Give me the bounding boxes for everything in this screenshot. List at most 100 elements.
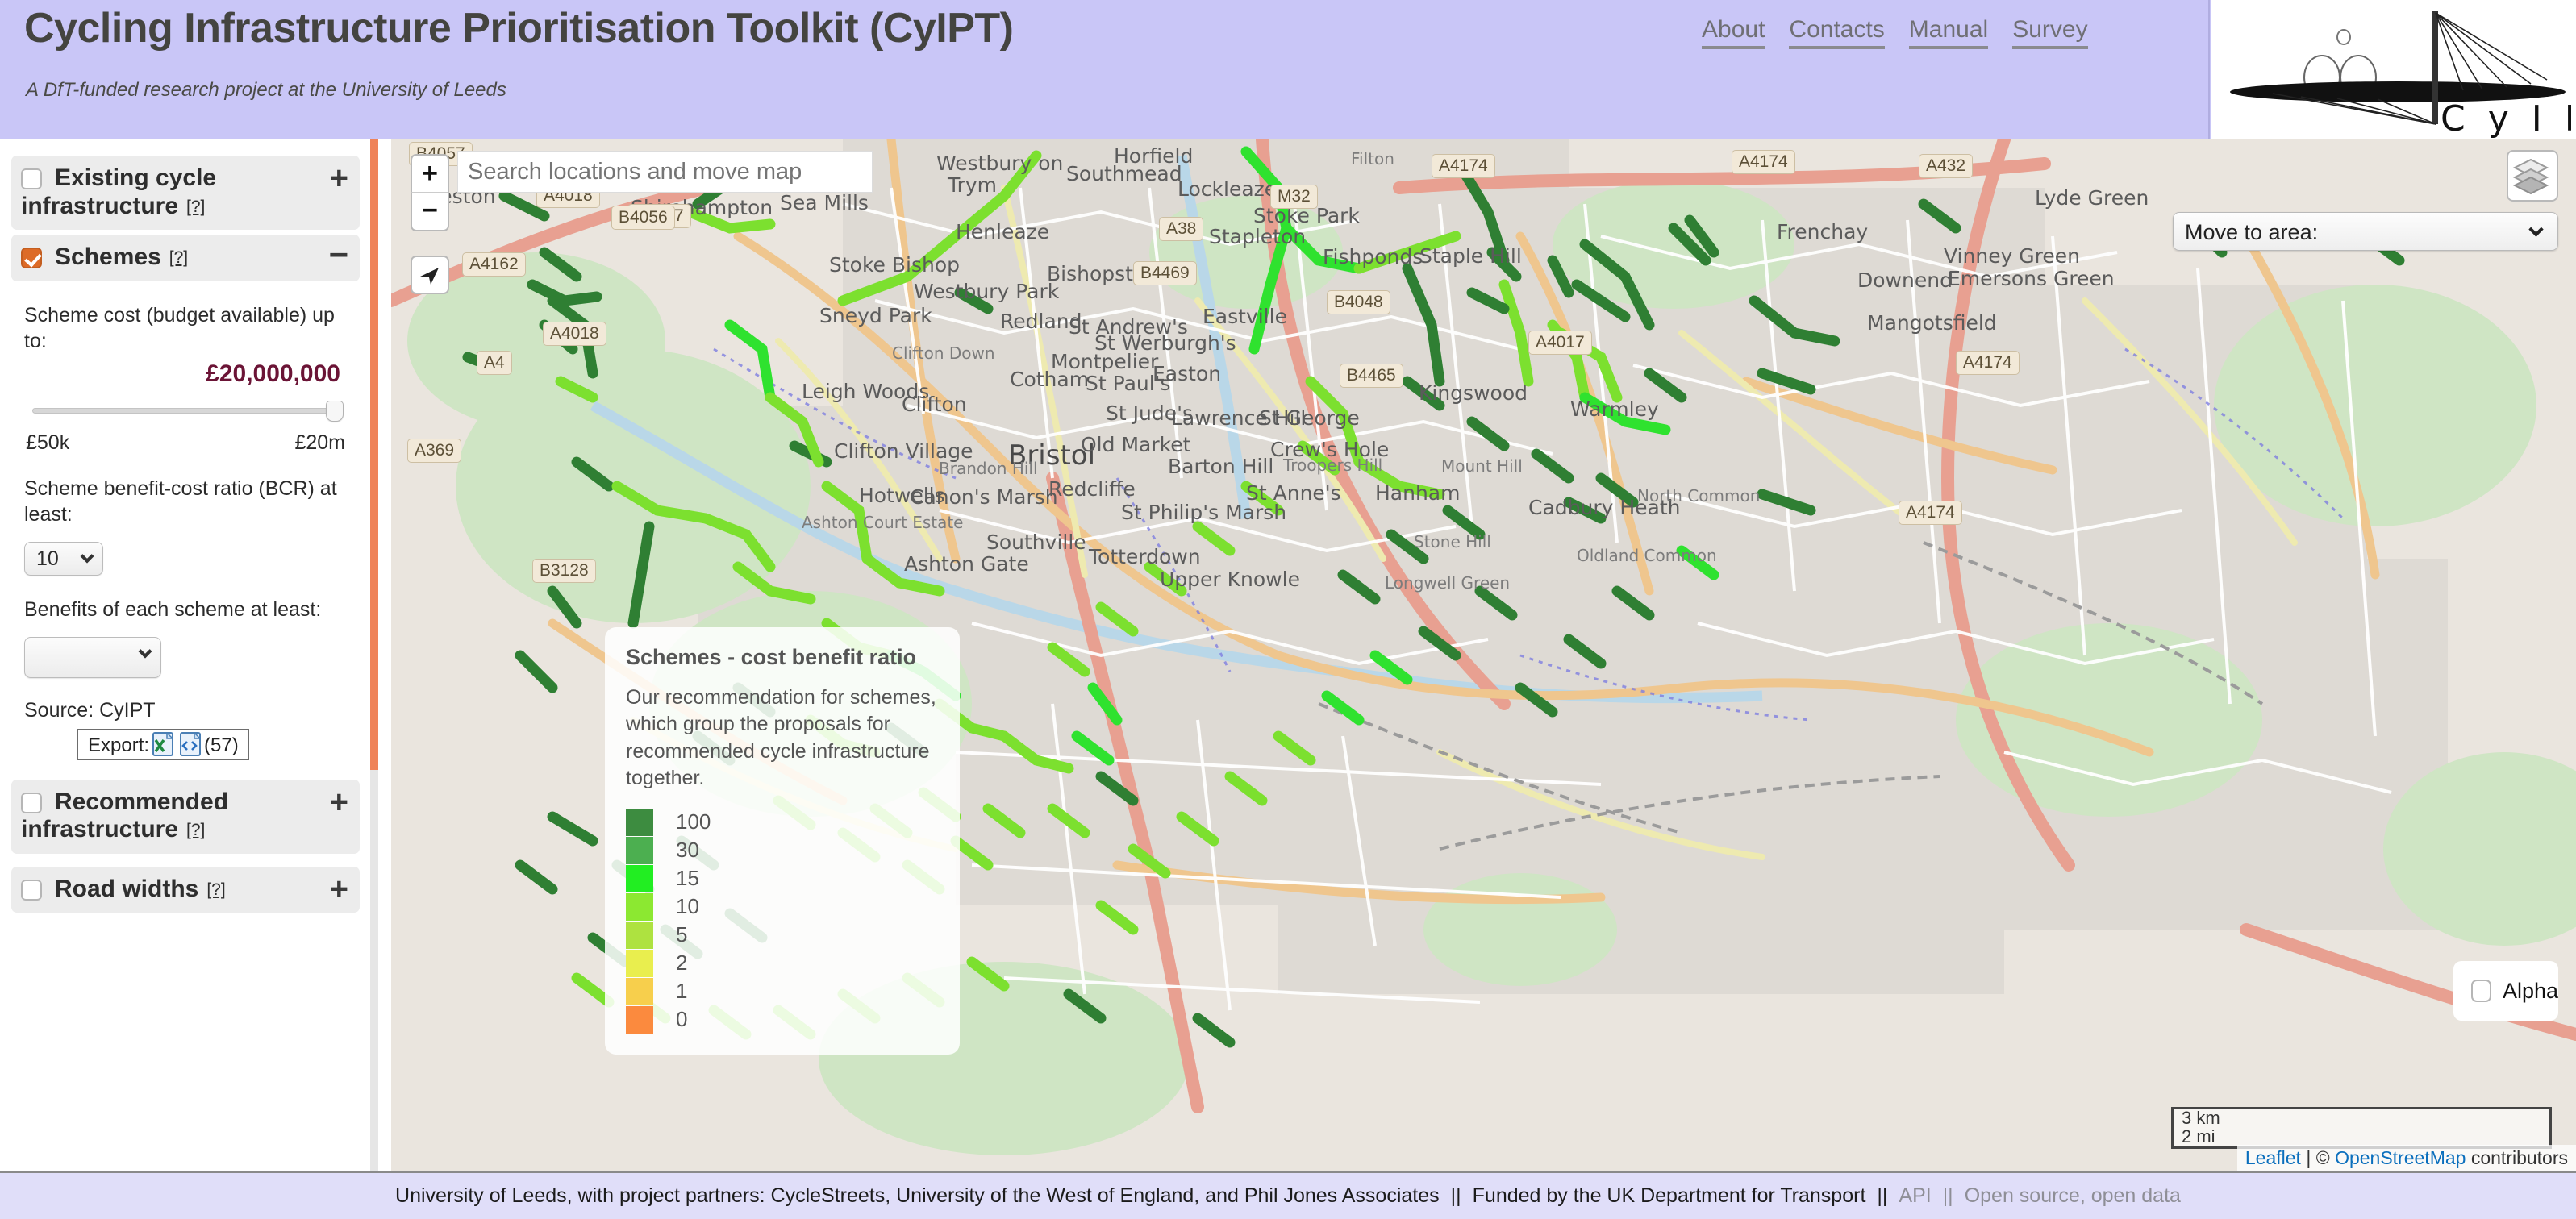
scheme-cost-label: Scheme cost (budget available) up to: [24, 303, 335, 352]
map-road-shield: B3128 [532, 559, 596, 583]
alpha-toggle[interactable]: Alpha [2453, 961, 2558, 1021]
help-icon-recommended[interactable]: [?] [186, 821, 205, 839]
search-input[interactable] [457, 151, 873, 193]
source-text: Source: CyIPT [24, 698, 156, 722]
legend-value: 2 [676, 951, 688, 975]
scheme-cost-slider[interactable] [32, 400, 344, 422]
nav-link-about[interactable]: About [1702, 16, 1765, 49]
checkbox-schemes[interactable] [21, 248, 42, 268]
footer-link-api[interactable]: API [1899, 1184, 1931, 1208]
sidebar-section-road-widths[interactable]: Road widths [?] + [11, 866, 360, 913]
legend-row: 30 [626, 836, 939, 864]
legend-row: 100 [626, 808, 939, 836]
legend-row: 15 [626, 864, 939, 892]
sidebar-section-existing-cycle-infrastructure[interactable]: Existing cycle infrastructure [?] + [11, 156, 360, 230]
xml-export-icon[interactable] [180, 730, 202, 756]
checkbox-recommended-infrastructure[interactable] [21, 792, 42, 813]
sidebar-section-recommended-infrastructure[interactable]: Recommended infrastructure [?] + [11, 779, 360, 854]
legend-swatch [626, 949, 653, 977]
legend-swatch [626, 864, 653, 892]
legend-value: 15 [676, 866, 699, 890]
legend-swatch [626, 977, 653, 1005]
map-road-shield: M32 [1270, 185, 1318, 209]
bcr-label: Scheme benefit-cost ratio (BCR) at least… [24, 476, 337, 526]
expand-toggle-existing[interactable]: + [330, 162, 348, 194]
attr-copy: © [2315, 1147, 2336, 1168]
attr-suffix: contributors [2466, 1147, 2568, 1168]
zoom-in-button[interactable]: + [411, 154, 449, 193]
scale-bar: 3 km 2 mi [2171, 1107, 2552, 1149]
legend-swatch [626, 892, 653, 921]
chevron-down-icon-3 [2528, 222, 2544, 237]
main-area: Existing cycle infrastructure [?] + Schem… [0, 139, 2576, 1171]
move-to-area-select[interactable]: Move to area: [2173, 212, 2558, 251]
map-attribution: Leaflet | © OpenStreetMap contributors [2236, 1145, 2576, 1171]
benefit-select-wrap[interactable] [24, 636, 161, 678]
map-road-shield: B4056 [611, 206, 675, 230]
page-title: Cycling Infrastructure Prioritisation To… [24, 5, 1014, 52]
section-label-road-widths: Road widths [55, 875, 199, 902]
layers-stack-icon [2512, 158, 2549, 195]
alpha-label: Alpha [2502, 978, 2558, 1003]
legend-row: 10 [626, 892, 939, 921]
logo-graphic: C y I P T [2230, 11, 2571, 139]
slider-min-label: £50k [26, 431, 70, 454]
locate-button[interactable] [411, 256, 449, 294]
leaflet-map[interactable]: Southmead Stoke Park Frenchay Vinney Green L… [391, 139, 2576, 1171]
export-count: (57) [204, 734, 239, 756]
legend-title: Schemes - cost benefit ratio [626, 645, 917, 669]
legend-row: 5 [626, 921, 939, 949]
nav-link-contacts[interactable]: Contacts [1789, 16, 1885, 49]
scale-km: 3 km [2171, 1107, 2552, 1128]
collapse-toggle-schemes[interactable]: − [328, 238, 348, 272]
legend-row: 0 [626, 1005, 939, 1034]
scheme-cost-value: £20,000,000 [206, 360, 340, 387]
export-label: Export: [88, 734, 150, 756]
legend-row: 2 [626, 949, 939, 977]
legend-swatch [626, 921, 653, 949]
app-footer: University of Leeds, with project partne… [0, 1171, 2576, 1219]
leaflet-link[interactable]: Leaflet [2245, 1147, 2301, 1168]
map-road-shield: A432 [1919, 154, 1974, 178]
osm-link[interactable]: OpenStreetMap [2335, 1147, 2466, 1168]
legend-value: 5 [676, 922, 688, 946]
map-road-shield: A4174 [1732, 150, 1795, 174]
export-controls[interactable]: Export: (57) [77, 728, 249, 760]
sidebar-scrollbar-thumb[interactable] [370, 139, 378, 770]
help-icon-existing[interactable]: [?] [186, 198, 205, 216]
excel-export-icon[interactable] [152, 730, 174, 756]
checkbox-existing-cycle-infrastructure[interactable] [21, 168, 42, 189]
slider-max-label: £20m [294, 431, 345, 454]
checkbox-road-widths[interactable] [21, 879, 42, 901]
footer-sep-2: || [1877, 1184, 1888, 1207]
legend-value: 1 [676, 979, 688, 1003]
help-icon-road-widths[interactable]: [?] [206, 880, 225, 899]
expand-toggle-recommended[interactable]: + [330, 786, 348, 818]
zoom-out-button[interactable]: − [411, 193, 449, 231]
layers-button[interactable] [2507, 150, 2558, 202]
map-road-shield: A4 [477, 351, 512, 375]
bcr-select[interactable]: 10 [24, 541, 103, 576]
help-icon-schemes[interactable]: [?] [169, 248, 188, 267]
legend-swatch [626, 1005, 653, 1034]
footer-link-open-source[interactable]: Open source, open data [1965, 1184, 2181, 1208]
logo-wordmark: C y I P T [2441, 98, 2571, 139]
map-road-shield: A4174 [1432, 154, 1495, 178]
map-road-shield: A4174 [1899, 501, 1962, 525]
benefit-select[interactable] [24, 636, 161, 678]
bcr-select-wrap[interactable]: 10 [24, 541, 103, 576]
sidebar-section-schemes[interactable]: Schemes [?] − [11, 235, 360, 281]
nav-link-manual[interactable]: Manual [1908, 16, 1989, 49]
slider-thumb[interactable] [326, 400, 344, 422]
expand-toggle-road-widths[interactable]: + [330, 873, 348, 905]
legend-row: 1 [626, 977, 939, 1005]
map-road-shield: B4469 [1133, 261, 1197, 285]
map-road-shield: B4465 [1340, 364, 1403, 388]
attr-sep: | [2300, 1147, 2316, 1168]
checkbox-alpha[interactable] [2471, 980, 2491, 1002]
legend-swatch [626, 836, 653, 864]
map-road-shield: A38 [1159, 217, 1204, 241]
cyipt-logo: C y I P T [2211, 0, 2576, 139]
legend-description: Our recommendation for schemes, which gr… [626, 686, 936, 789]
nav-link-survey[interactable]: Survey [2012, 16, 2088, 49]
